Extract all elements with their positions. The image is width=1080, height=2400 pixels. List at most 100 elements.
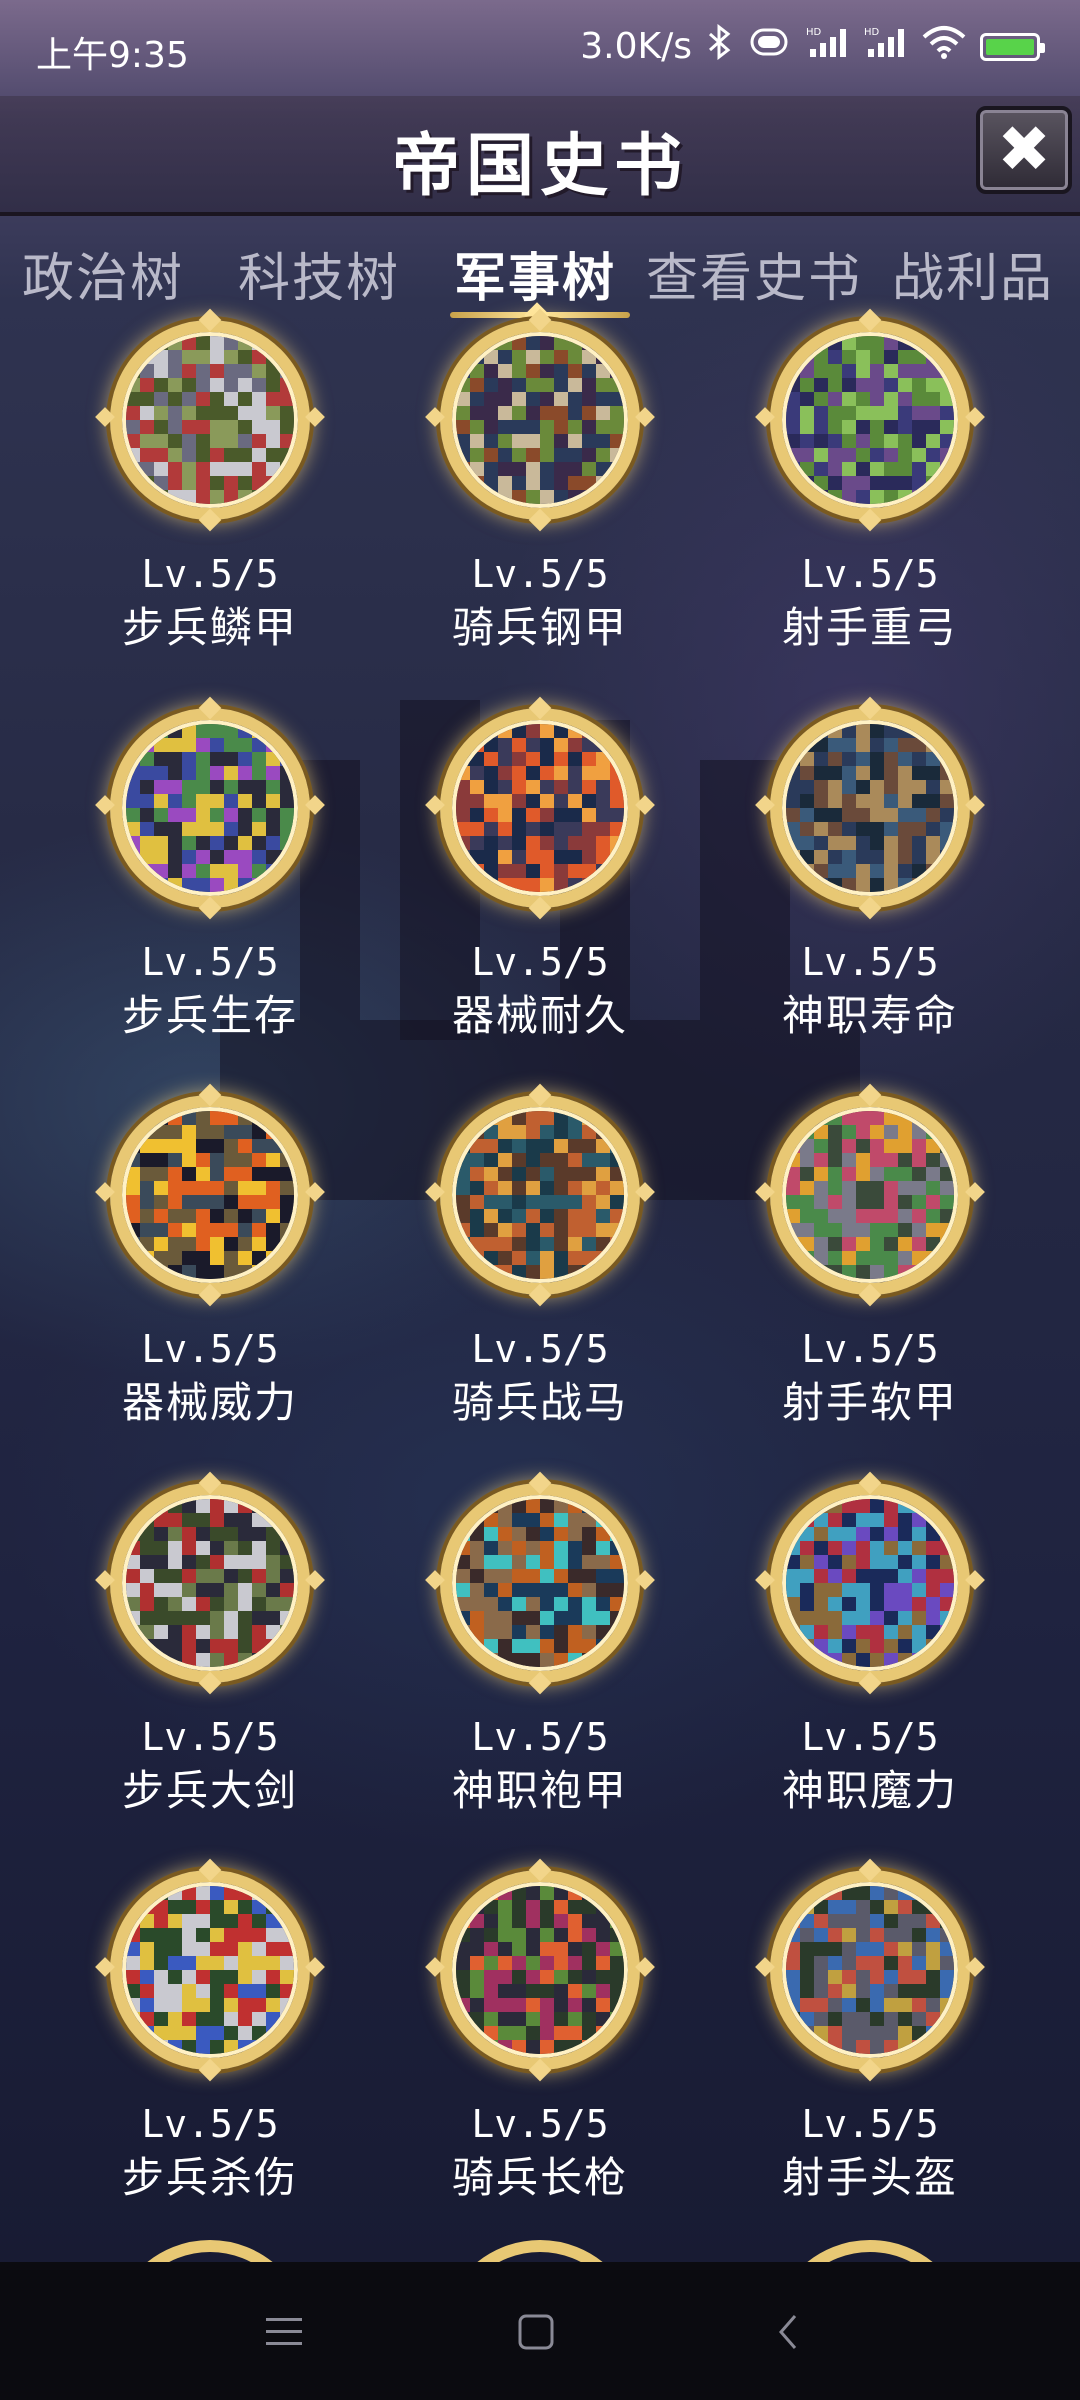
cathedral-interior-art [786,723,954,892]
tech-item[interactable]: Lv.5/5 神职寿命 [720,707,1020,1040]
tech-medal[interactable] [110,707,310,908]
tech-item[interactable]: Lv.5/5 骑兵长枪 [390,1870,690,2202]
tech-item[interactable]: Lv.5/5 器械耐久 [390,707,690,1040]
tech-level: Lv.5/5 [801,552,939,596]
tech-item[interactable]: Lv.5/5 器械威力 [60,1095,360,1427]
tech-level: Lv.5/5 [141,2102,279,2147]
status-time: 上午9:35 [36,35,189,76]
back-icon [779,2315,797,2349]
back-button[interactable] [758,2302,818,2362]
tech-name: 射手头盔 [781,2153,958,2203]
forge-fire-art [126,1111,294,1280]
tech-item[interactable]: Lv.5/5 步兵杀伤 [60,1870,360,2202]
tech-item[interactable]: Lv.5/5 步兵生存 [60,707,360,1040]
tech-item[interactable]: Lv.5/5 步兵大剑 [60,1482,360,1815]
status-icons: 3.0K/s HD HD [580,23,1045,69]
tech-level: Lv.5/5 [801,1714,939,1759]
svg-text:HD: HD [864,27,880,38]
svg-text:HD: HD [806,27,822,38]
tech-level: Lv.5/5 [471,552,609,596]
partial-row [0,2240,1080,2262]
tech-level: Lv.5/5 [141,939,279,984]
tech-item[interactable]: Lv.5/5 神职袍甲 [390,1482,690,1815]
tech-name: 骑兵战马 [451,1378,628,1428]
tech-medal[interactable] [110,1870,310,2071]
tech-name: 骑兵钢甲 [451,603,628,652]
tech-name: 器械威力 [121,1378,298,1428]
tech-level: Lv.5/5 [801,939,939,984]
tab-view-history[interactable]: 查看史书 [646,236,862,311]
tech-medal-partial [110,2240,310,2262]
tech-medal[interactable] [110,320,310,520]
infantry-knight-art [126,723,294,892]
tech-name: 射手重弓 [781,603,958,652]
signal-hd-icon: HD [806,25,850,68]
tech-level: Lv.5/5 [471,939,609,984]
tab-spoils[interactable]: 战利品 [892,236,1054,311]
wifi-icon [922,25,966,68]
archers-art [786,336,954,504]
menu-button[interactable] [254,2302,314,2362]
tech-medal[interactable] [770,707,970,908]
tech-item[interactable]: Lv.5/5 射手软甲 [720,1095,1020,1427]
net-speed: 3.0K/s [580,26,692,67]
tech-item[interactable]: Lv.5/5 射手重弓 [720,320,1020,652]
monk-art [456,1498,624,1667]
tech-name: 器械耐久 [451,990,628,1040]
tech-name: 步兵鳞甲 [121,603,298,652]
infantry-shield-art [126,1886,294,2055]
tech-medal[interactable] [110,1482,310,1683]
greatsword-knight-art [126,1498,294,1667]
tech-medal[interactable] [770,320,970,520]
tech-level: Lv.5/5 [141,552,279,596]
tech-item[interactable]: Lv.5/5 骑兵钢甲 [390,320,690,652]
bluetooth-icon [706,23,732,69]
lancer-art [456,1886,624,2055]
tech-medal[interactable] [770,1482,970,1683]
tech-medal[interactable] [770,1095,970,1296]
tech-medal-partial [440,2240,640,2262]
tech-name: 神职寿命 [781,990,958,1040]
church-priests-art [786,1498,954,1667]
tech-medal[interactable] [110,1095,310,1296]
tech-level: Lv.5/5 [471,1714,609,1759]
tech-name: 神职魔力 [781,1765,958,1815]
tech-medal-partial [770,2240,970,2262]
tab-politics[interactable]: 政治树 [22,236,184,311]
home-button[interactable] [506,2302,566,2362]
system-nav-bar [0,2262,1080,2400]
close-button[interactable]: ✖ [976,106,1072,194]
tech-medal[interactable] [440,1482,640,1683]
tech-item[interactable]: Lv.5/5 神职魔力 [720,1482,1020,1815]
ruins-archer-art [786,1111,954,1280]
tech-level: Lv.5/5 [801,2102,939,2147]
tech-item[interactable]: Lv.5/5 射手头盔 [720,1870,1020,2202]
signal-hd-icon: HD [864,25,908,68]
tech-name: 步兵杀伤 [121,2153,298,2203]
tech-medal[interactable] [440,707,640,908]
tech-medal[interactable] [440,1095,640,1296]
tab-military[interactable]: 军事树 [454,236,616,311]
tech-item[interactable]: Lv.5/5 骑兵战马 [390,1095,690,1427]
burning-church-art [456,723,624,892]
tech-name: 步兵生存 [121,990,298,1040]
warhorse-art [456,1111,624,1280]
helmet-archer-art [786,1886,954,2055]
tech-medal[interactable] [440,1870,640,2071]
infantry-knights-art [126,336,294,504]
tech-name: 射手软甲 [781,1378,958,1428]
tech-medal[interactable] [770,1870,970,2071]
tech-medal[interactable] [440,320,640,520]
cavalry-rider-art [456,336,624,504]
tech-item[interactable]: Lv.5/5 步兵鳞甲 [60,320,360,652]
home-icon [518,2314,554,2350]
battery-charging-icon [980,32,1045,61]
tech-level: Lv.5/5 [801,1327,939,1372]
page-title: 帝国史书 [391,127,688,206]
tech-name: 神职袍甲 [451,1765,628,1815]
tech-level: Lv.5/5 [471,1327,609,1372]
tech-name: 步兵大剑 [121,1765,298,1815]
tech-name: 骑兵长枪 [451,2153,628,2203]
close-icon: ✖ [997,113,1051,187]
tab-technology[interactable]: 科技树 [238,236,400,311]
